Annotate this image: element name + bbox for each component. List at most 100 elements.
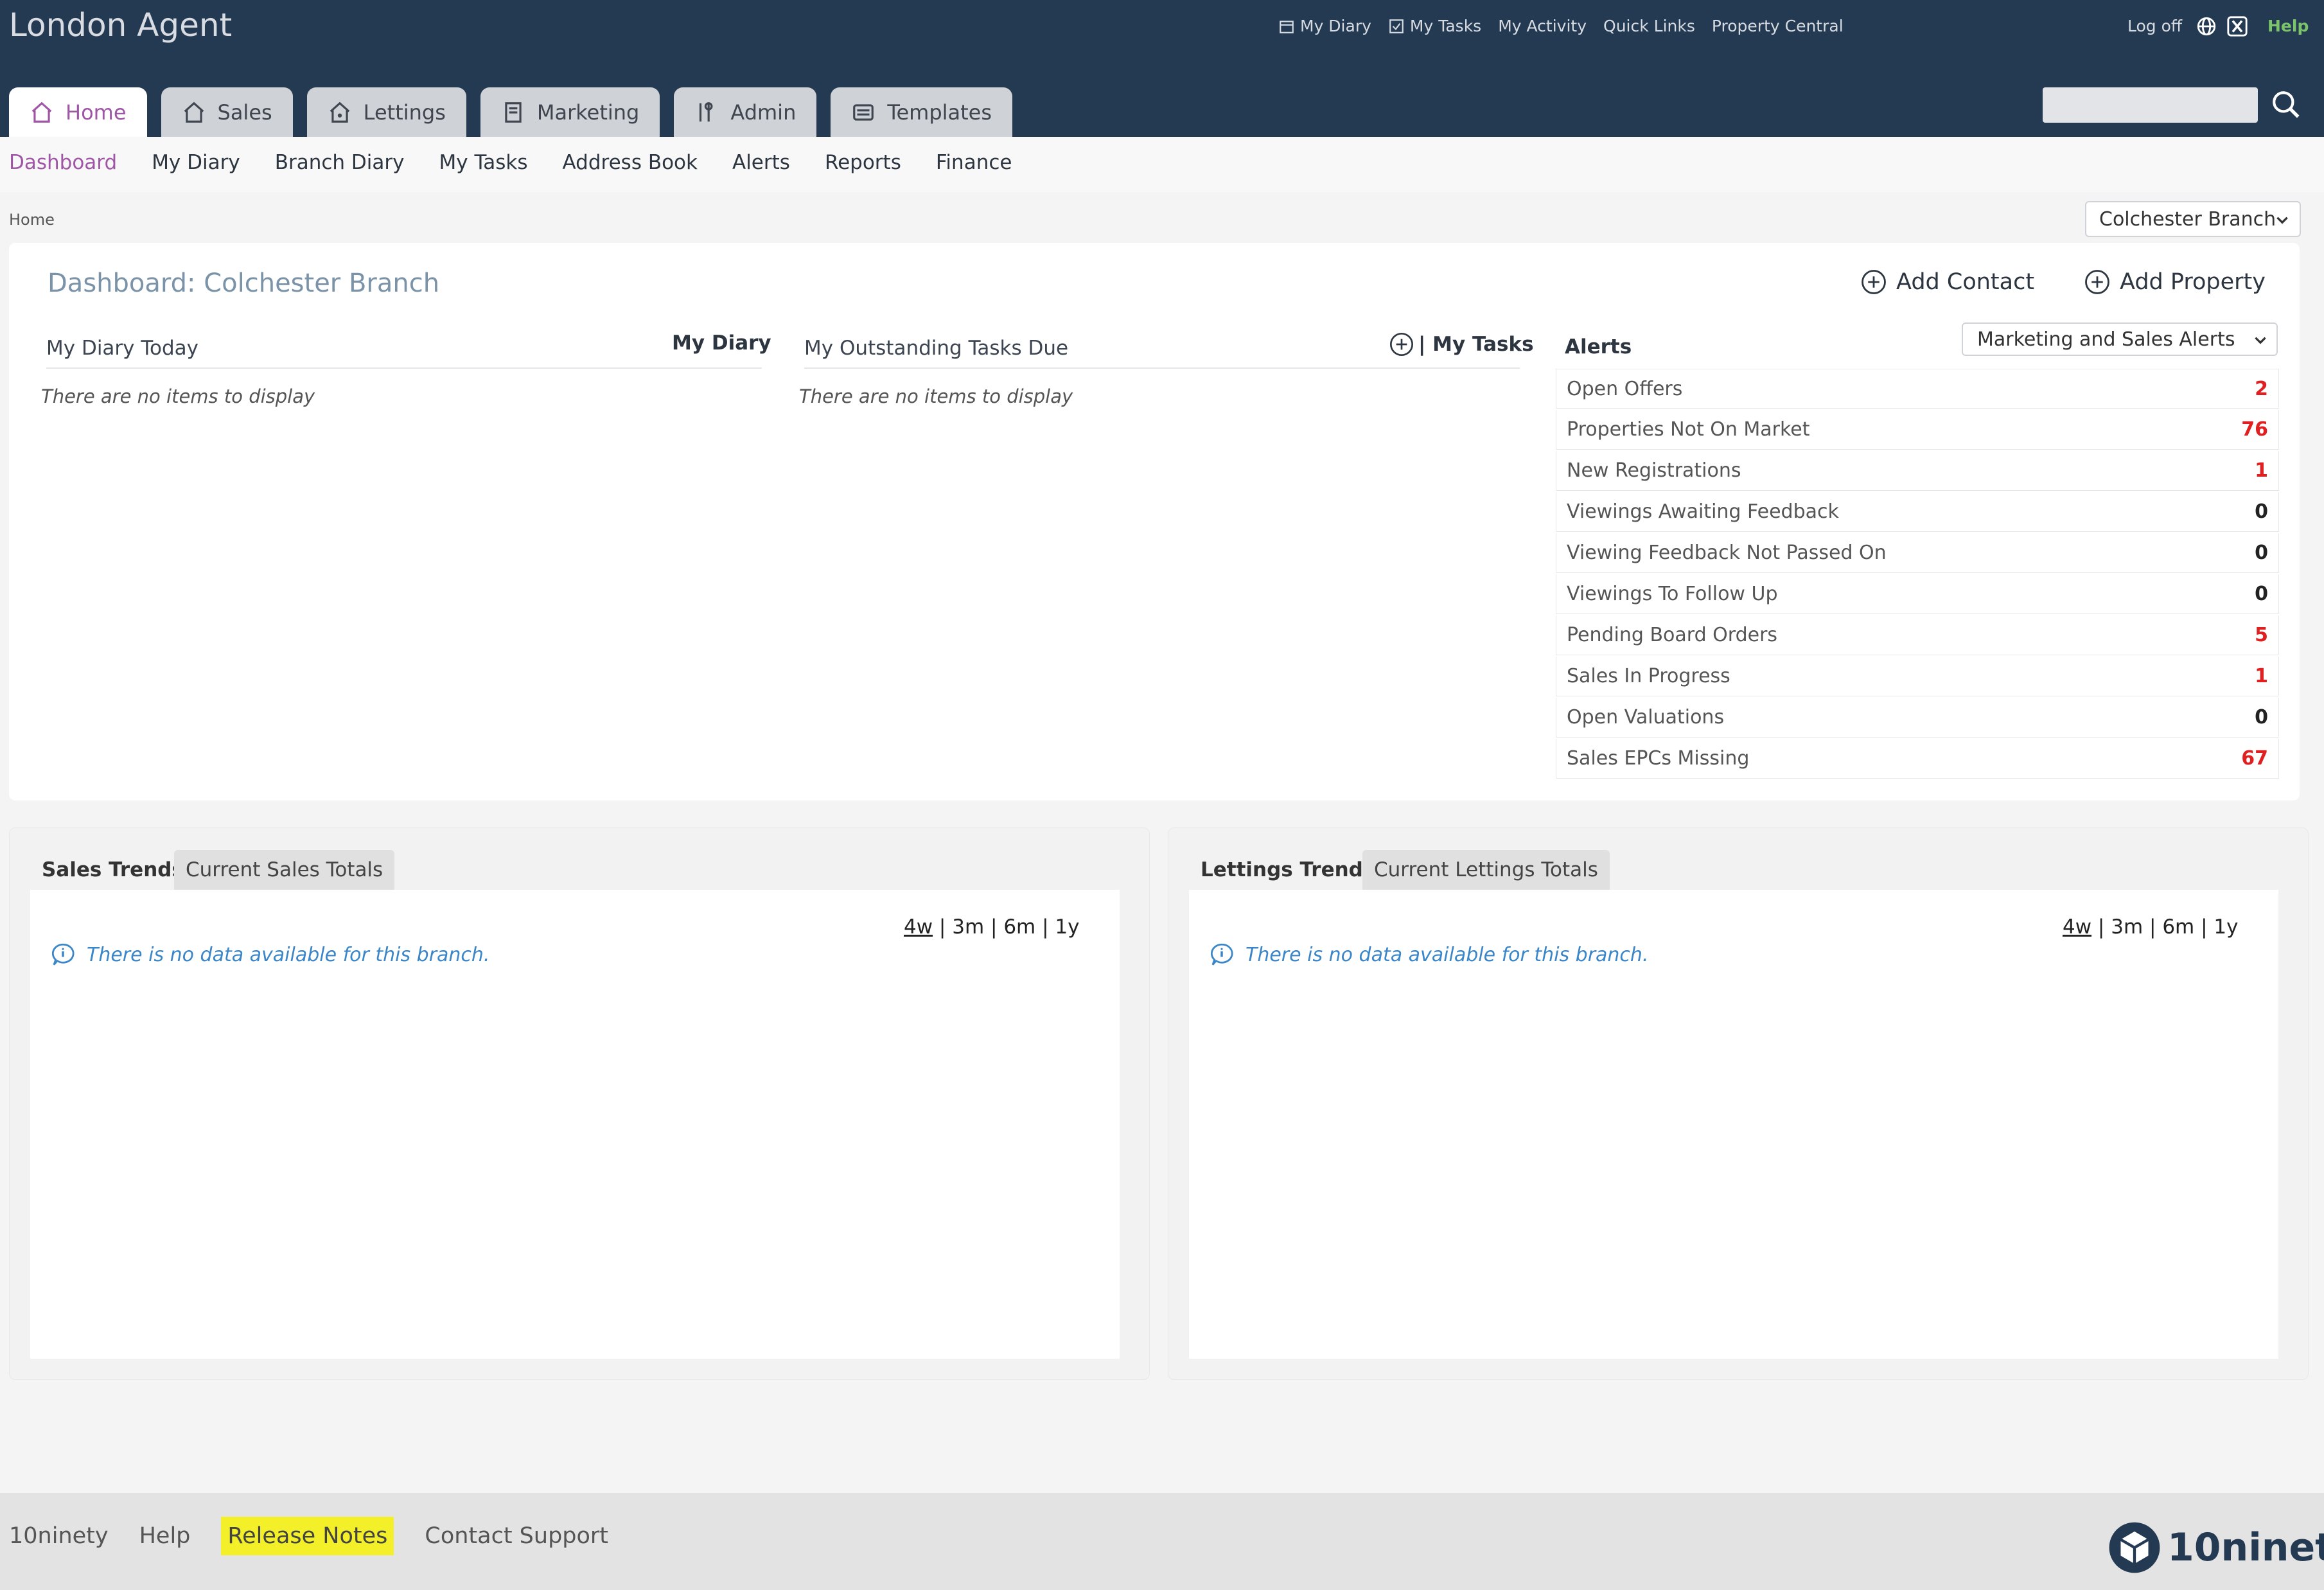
footer-link-help[interactable]: Help: [139, 1523, 191, 1549]
add-contact-button[interactable]: Add Contact: [1860, 269, 2034, 296]
app-title: London Agent: [9, 6, 233, 44]
subnav-branch-diary[interactable]: Branch Diary: [275, 151, 405, 174]
diary-empty-text: There are no items to display: [41, 385, 315, 407]
tab-home[interactable]: Home: [9, 87, 147, 137]
house-icon: [184, 102, 204, 123]
alert-count[interactable]: 0: [2255, 706, 2268, 729]
tab-current-lettings-totals[interactable]: Current Lettings Totals: [1362, 850, 1610, 890]
range-3m[interactable]: 3m: [2111, 915, 2143, 939]
checkbox-icon: [1389, 19, 1404, 33]
footer-link-contact-support[interactable]: Contact Support: [425, 1523, 608, 1549]
alert-row[interactable]: Viewings To Follow Up 0: [1556, 574, 2279, 614]
header-link-quick-links[interactable]: Quick Links: [1603, 17, 1695, 35]
header-link-my-diary[interactable]: My Diary: [1278, 17, 1371, 35]
header-quick-links: My Diary My Tasks My Activity Quick Link…: [1278, 17, 1844, 35]
range-6m[interactable]: 6m: [2162, 915, 2194, 939]
footer-link-10ninety[interactable]: 10ninety: [9, 1523, 109, 1549]
alert-count[interactable]: 0: [2255, 583, 2268, 605]
search-icon[interactable]: [2270, 89, 2302, 121]
lettings-no-data-message: There is no data available for this bran…: [1208, 941, 1648, 968]
add-property-button[interactable]: Add Property: [2084, 269, 2266, 296]
info-bubble-icon: [51, 943, 75, 966]
alert-row[interactable]: Open Offers 2: [1556, 369, 2279, 409]
tab-admin[interactable]: Admin: [674, 87, 817, 137]
tab-lettings-trends[interactable]: Lettings Trends: [1189, 850, 1386, 890]
header-link-property-central[interactable]: Property Central: [1712, 17, 1844, 35]
alert-row[interactable]: Open Valuations 0: [1556, 698, 2279, 738]
breadcrumb[interactable]: Home: [9, 211, 55, 229]
alert-label: Sales EPCs Missing: [1567, 747, 1750, 770]
alert-count[interactable]: 2: [2255, 378, 2268, 400]
subnav-my-tasks[interactable]: My Tasks: [439, 151, 528, 174]
cube-logo-icon: [2109, 1522, 2160, 1573]
help-link[interactable]: Help: [2267, 17, 2309, 35]
range-3m[interactable]: 3m: [952, 915, 984, 939]
alert-count[interactable]: 0: [2255, 500, 2268, 523]
alert-row[interactable]: Pending Board Orders 5: [1556, 615, 2279, 655]
alert-row[interactable]: Properties Not On Market 76: [1556, 410, 2279, 450]
settings-globe-icon[interactable]: [2196, 15, 2217, 37]
alert-label: Open Offers: [1567, 377, 1683, 400]
subnav-my-diary[interactable]: My Diary: [152, 151, 240, 174]
tab-current-sales-totals[interactable]: Current Sales Totals: [174, 850, 395, 890]
plus-circle-icon[interactable]: [1389, 331, 1414, 357]
subnav-address-book[interactable]: Address Book: [563, 151, 698, 174]
footer-link-release-notes[interactable]: Release Notes: [221, 1517, 394, 1555]
alerts-filter-select[interactable]: Marketing and Sales Alerts: [1962, 322, 2278, 356]
subnav-alerts[interactable]: Alerts: [732, 151, 790, 174]
alert-row[interactable]: Viewings Awaiting Feedback 0: [1556, 492, 2279, 532]
chevron-down-icon: [2255, 337, 2266, 344]
header-link-my-activity[interactable]: My Activity: [1498, 17, 1587, 35]
alert-label: Viewings To Follow Up: [1567, 583, 1778, 605]
header-link-my-tasks[interactable]: My Tasks: [1388, 17, 1481, 35]
sales-trends-panel: Sales Trends Current Sales Totals 4w | 3…: [9, 827, 1150, 1380]
alert-count[interactable]: 1: [2255, 459, 2268, 482]
alert-label: Open Valuations: [1567, 706, 1725, 729]
alert-count[interactable]: 1: [2255, 665, 2268, 687]
alert-label: Pending Board Orders: [1567, 624, 1778, 646]
alert-count[interactable]: 76: [2241, 418, 2268, 441]
lettings-range-selector: 4w | 3m | 6m | 1y: [2063, 915, 2239, 939]
alerts-heading: Alerts: [1565, 335, 1632, 358]
brand-logo: 10ninety: [2107, 1520, 2324, 1575]
subnav-dashboard[interactable]: Dashboard: [9, 151, 117, 174]
templates-icon: [853, 103, 874, 121]
x-social-icon[interactable]: [2226, 15, 2248, 37]
alert-count[interactable]: 0: [2255, 542, 2268, 564]
search-input[interactable]: [2043, 87, 2258, 123]
tasks-heading: My Outstanding Tasks Due: [804, 337, 1069, 360]
main-tabs: Home Sales Lettings Marketing Admin Temp…: [9, 87, 1013, 137]
alert-label: New Registrations: [1567, 459, 1741, 482]
calendar-icon: [1280, 20, 1294, 33]
alert-count[interactable]: 5: [2255, 624, 2268, 646]
alert-row[interactable]: Viewing Feedback Not Passed On 0: [1556, 533, 2279, 573]
branch-select[interactable]: Colchester Branch: [2085, 201, 2301, 237]
tab-marketing[interactable]: Marketing: [480, 87, 660, 137]
tab-sales[interactable]: Sales: [161, 87, 293, 137]
range-1y[interactable]: 1y: [1055, 915, 1079, 939]
alert-label: Sales In Progress: [1567, 665, 1730, 687]
alert-row[interactable]: Sales In Progress 1: [1556, 657, 2279, 696]
alert-count[interactable]: 67: [2241, 747, 2268, 770]
alert-label: Viewings Awaiting Feedback: [1567, 500, 1839, 523]
tab-templates[interactable]: Templates: [831, 87, 1013, 137]
alert-row[interactable]: Sales EPCs Missing 67: [1556, 739, 2279, 779]
range-4w[interactable]: 4w: [2063, 915, 2091, 939]
sales-trends-content: 4w | 3m | 6m | 1y There is no data avail…: [30, 890, 1120, 1359]
subnav-finance[interactable]: Finance: [936, 151, 1012, 174]
plus-circle-icon: [2085, 270, 2109, 294]
range-4w[interactable]: 4w: [904, 915, 933, 939]
marketing-icon: [505, 102, 522, 123]
range-1y[interactable]: 1y: [2214, 915, 2238, 939]
tab-sales-trends[interactable]: Sales Trends: [30, 850, 195, 890]
range-6m[interactable]: 6m: [1003, 915, 1035, 939]
tools-icon: [700, 102, 713, 121]
logoff-link[interactable]: Log off: [2127, 17, 2182, 35]
tab-lettings[interactable]: Lettings: [306, 87, 466, 137]
my-diary-link[interactable]: My Diary: [672, 331, 771, 355]
dashboard-title: Dashboard: Colchester Branch: [48, 269, 440, 298]
alert-row[interactable]: New Registrations 1: [1556, 451, 2279, 491]
my-tasks-link[interactable]: | My Tasks: [1389, 331, 1534, 357]
subnav-reports[interactable]: Reports: [825, 151, 901, 174]
sub-navigation: Dashboard My Diary Branch Diary My Tasks…: [0, 137, 2324, 192]
